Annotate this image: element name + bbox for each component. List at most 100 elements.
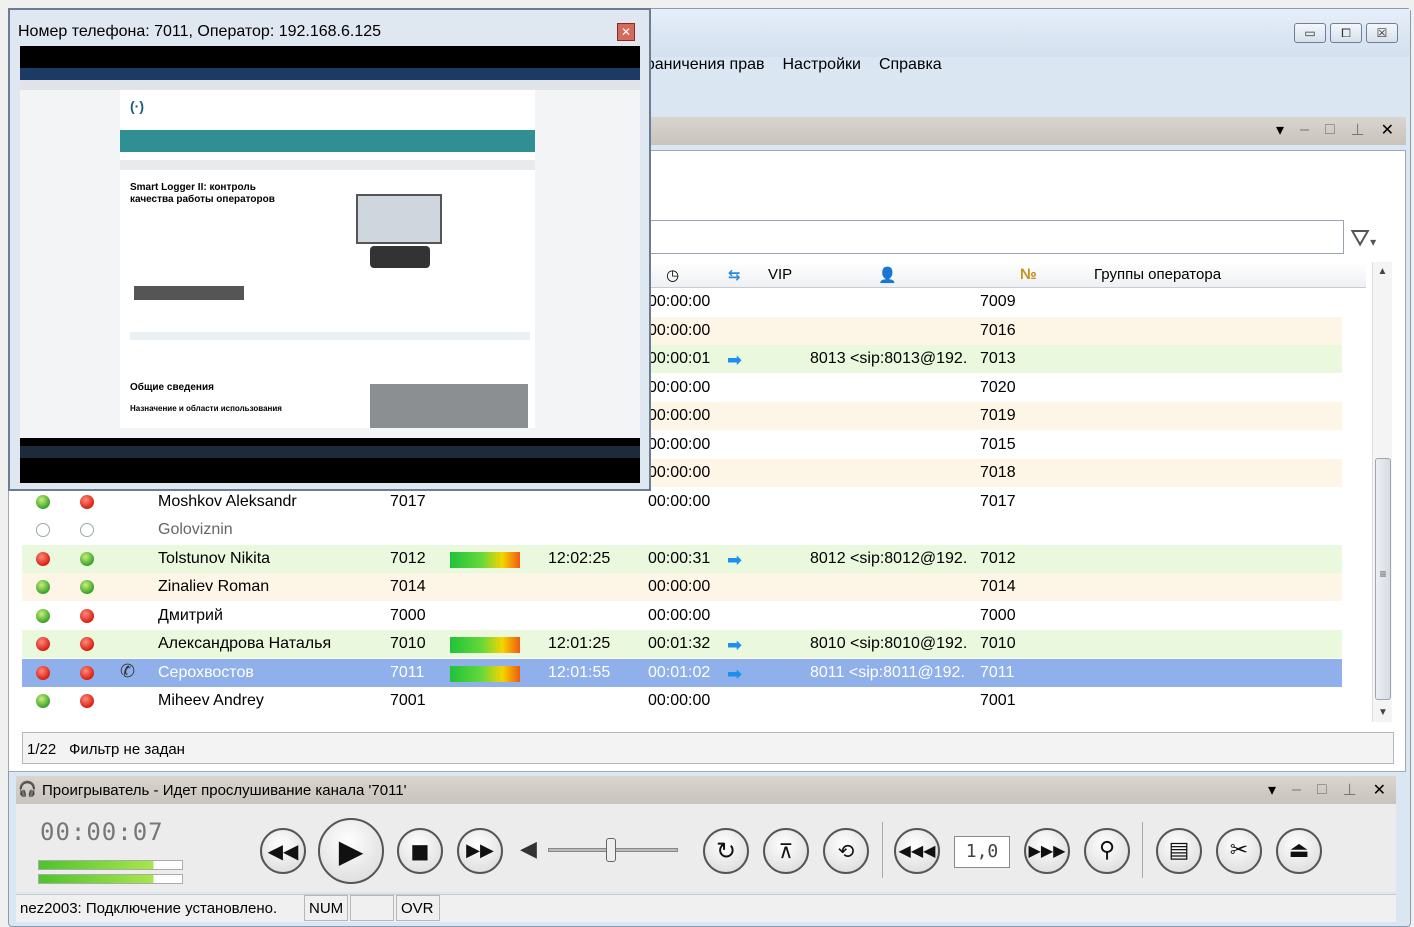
extension: 7017 — [390, 492, 426, 510]
search-button[interactable]: ⚲ — [1084, 828, 1130, 874]
video-thumbnail — [370, 384, 528, 428]
extension: 7010 — [390, 635, 426, 652]
table-row[interactable]: ✆ Серохвостов 7011 12:01:55 00:01:02 ➡ 8011 <s… — [22, 658, 1342, 687]
stop-button[interactable]: ■ — [397, 828, 443, 874]
faster-button[interactable]: ▶▶▶ — [1024, 828, 1070, 874]
phone-number: 7012 — [980, 549, 1016, 567]
player-maximize-icon[interactable]: □ — [1317, 781, 1327, 799]
phone-number: 7013 — [980, 350, 1016, 367]
filter-status: Фильтр не задан — [69, 741, 185, 758]
phone-number: 7015 — [980, 435, 1016, 453]
pane-minimize-icon[interactable]: – — [1300, 121, 1309, 139]
table-row[interactable]: Miheev Andrey 7001 00:00:00 7001 — [22, 687, 1342, 715]
site-logo: (·) — [130, 98, 144, 114]
status-dot-2-icon — [80, 551, 94, 566]
fast-forward-button[interactable]: ▶▶ — [457, 828, 503, 874]
table-row[interactable]: Goloviznin — [22, 516, 1342, 544]
menu-item-settings[interactable]: Настройки — [782, 56, 860, 74]
player-time: 00:00:07 — [40, 818, 164, 846]
scroll-up-icon[interactable]: ▲ — [1373, 262, 1392, 277]
vertical-scrollbar[interactable]: ▲ ≡ ▼ — [1372, 262, 1392, 722]
pane-menu-icon[interactable]: ▾ — [1276, 120, 1284, 140]
pane-pin-icon[interactable]: ⊥ — [1351, 120, 1365, 140]
status-dot-1-icon — [36, 551, 50, 566]
website-page: (·) Smart Logger II: контроль качества р… — [120, 90, 535, 428]
level-meter-right — [38, 874, 183, 884]
close-button[interactable]: ☒ — [1366, 23, 1398, 43]
table-row[interactable]: Tolstunov Nikita 7012 12:02:25 00:00:31 ➡ 801… — [22, 544, 1342, 573]
menu-item-help[interactable]: Справка — [879, 56, 942, 74]
status-dot-2-icon — [80, 494, 94, 509]
extension: 7011 — [390, 663, 425, 681]
voice-level-meter — [450, 551, 520, 568]
pane-close-icon[interactable]: ✕ — [1381, 120, 1394, 140]
record-count: 1/22 — [27, 741, 57, 758]
site-breadcrumbs — [120, 160, 535, 170]
volume-slider-thumb[interactable] — [606, 838, 616, 862]
popup-close-button[interactable]: ✕ — [617, 23, 635, 41]
skip-silence-button[interactable]: ⊼ — [763, 828, 809, 874]
screen-capture: (·) Smart Logger II: контроль качества р… — [20, 46, 640, 483]
filter-icon[interactable]: ⛛▾ — [1350, 225, 1376, 253]
status-dot-1-icon — [36, 523, 50, 537]
call-duration: 00:01:32 — [648, 635, 711, 652]
page-heading: Smart Logger II: контроль качества работ… — [130, 182, 275, 205]
status-dot-1-icon — [36, 608, 50, 623]
table-row[interactable]: Дмитрий 7000 00:00:00 7000 — [22, 601, 1342, 630]
phone-number: 7018 — [980, 464, 1016, 481]
header-vip[interactable]: VIP — [768, 266, 792, 283]
browser-address-bar — [20, 80, 640, 90]
user-icon: 👤 — [878, 267, 897, 284]
status-dot-1-icon — [36, 637, 50, 651]
extension: 7012 — [390, 549, 426, 567]
player-menu-icon[interactable]: ▾ — [1268, 780, 1276, 800]
popup-title: Номер телефона: 7011, Оператор: 192.168.… — [18, 23, 382, 40]
menu-item-permissions[interactable]: граничения прав — [640, 56, 764, 74]
tabs-row — [130, 332, 530, 340]
menu-bar: граничения прав Настройки Справка — [640, 52, 1406, 78]
listening-icon: ✆ — [120, 660, 136, 681]
header-groups[interactable]: Группы оператора — [1094, 266, 1221, 283]
tools-button[interactable]: ✂ — [1216, 828, 1262, 874]
operator-name: Серохвостов — [158, 663, 254, 681]
status-dot-1-icon — [36, 665, 50, 680]
browser-window: (·) Smart Logger II: контроль качества р… — [20, 68, 640, 438]
separator — [1142, 822, 1143, 878]
notes-button[interactable]: ▤ — [1156, 828, 1202, 874]
maximize-button[interactable]: ⧠ — [1330, 23, 1362, 43]
minimize-button[interactable]: ▭ — [1294, 23, 1326, 43]
status-bar: nez2003: Подключение установлено. NUM OV… — [16, 894, 1396, 922]
player-close-icon[interactable]: ✕ — [1373, 780, 1386, 800]
call-duration: 00:00:01 — [648, 350, 711, 367]
loop-button[interactable]: ⟲ — [823, 828, 869, 874]
play-button[interactable]: ▶ — [318, 818, 384, 884]
operator-name: Moshkov Aleksandr — [158, 492, 297, 510]
repeat-button[interactable]: ↻ — [703, 828, 749, 874]
player-title: Проигрыватель - Идет прослушивание канал… — [42, 782, 407, 799]
slower-button[interactable]: ◀◀◀ — [894, 828, 940, 874]
table-row[interactable]: Moshkov Aleksandr 7017 00:00:00 7017 — [22, 487, 1342, 516]
table-row[interactable]: Александрова Наталья 7010 12:01:25 00:01:32… — [22, 630, 1342, 658]
caller-id: 8011 <sip:8011@192. — [810, 663, 965, 681]
caller-id: 8013 <sip:8013@192. — [810, 350, 968, 367]
speed-field[interactable]: 1,0 — [954, 836, 1010, 868]
pane-maximize-icon[interactable]: □ — [1325, 121, 1335, 139]
video-popup: Номер телефона: 7011, Оператор: 192.168.… — [8, 8, 651, 491]
status-dot-2-icon — [80, 637, 94, 651]
ovr-indicator: OVR — [396, 895, 440, 921]
call-duration: 00:00:00 — [648, 606, 711, 624]
status-dot-2-icon — [80, 608, 94, 623]
order-button[interactable] — [134, 286, 244, 300]
operator-name: Miheev Andrey — [158, 692, 264, 709]
player-pin-icon[interactable]: ⊥ — [1343, 780, 1357, 800]
level-meter-left — [38, 860, 183, 870]
browser-tabs — [20, 68, 640, 80]
player-minimize-icon[interactable]: – — [1292, 781, 1301, 799]
phone-number: 7009 — [980, 293, 1016, 310]
table-row[interactable]: Zinaliev Roman 7014 00:00:00 7014 — [22, 573, 1342, 601]
filter-input[interactable] — [620, 220, 1344, 254]
rewind-button[interactable]: ◀◀ — [260, 828, 306, 874]
eject-button[interactable]: ⏏ — [1276, 828, 1322, 874]
scroll-thumb[interactable]: ≡ — [1375, 458, 1391, 700]
scroll-down-icon[interactable]: ▼ — [1378, 707, 1388, 718]
